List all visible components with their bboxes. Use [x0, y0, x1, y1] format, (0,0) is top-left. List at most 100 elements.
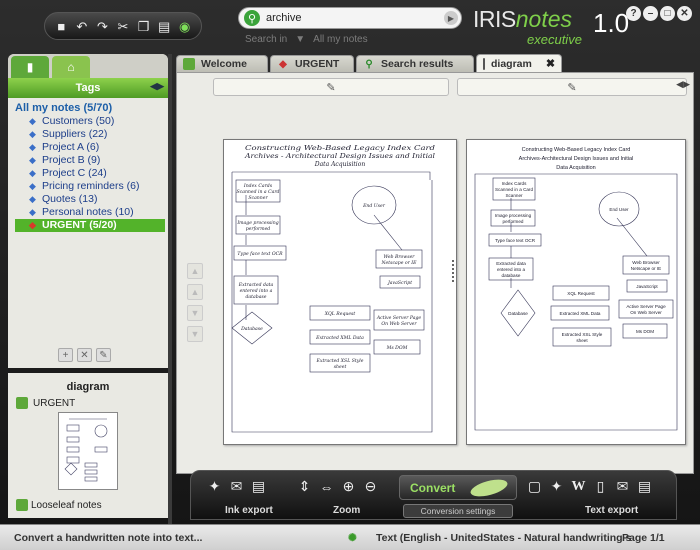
text-page-bar[interactable]: ✎: [457, 78, 687, 96]
diagram-label-extract: database: [245, 294, 266, 300]
status-hint: Convert a handwritten note into text...: [14, 531, 203, 544]
preview-source-label: Looseleaf notes: [31, 499, 102, 511]
preview-tag-label: URGENT: [33, 397, 76, 409]
tag-label: Suppliers (22): [42, 128, 108, 140]
tag-item[interactable]: ◆ Customers (50): [15, 115, 168, 128]
zoom-group: ⇕ ⇔ ⊕ ⊖: [295, 477, 380, 496]
pen-icon: ✎: [326, 81, 336, 94]
tag-item[interactable]: ◆ Suppliers (22): [15, 128, 168, 141]
tag-item[interactable]: ◆ Pricing reminders (6): [15, 180, 168, 193]
search-scope-value[interactable]: All my notes: [313, 34, 367, 45]
close-tab-icon[interactable]: ✖: [546, 57, 555, 70]
email-icon[interactable]: ✉: [227, 477, 246, 496]
language-icon: ✺: [348, 531, 357, 544]
converted-diagram: Constructing Web-Based Legacy Index Card…: [474, 147, 678, 431]
search-go-icon[interactable]: ▶: [444, 11, 458, 25]
page-thumbnail[interactable]: [58, 412, 118, 490]
status-language[interactable]: Text (English - UnitedStates - Natural h…: [376, 532, 631, 544]
search-icon[interactable]: ⚲: [244, 10, 260, 26]
preview-source: Looseleaf notes: [16, 499, 102, 511]
redo-icon[interactable]: ↷: [94, 18, 110, 34]
minimize-icon[interactable]: –: [643, 6, 658, 21]
zoom-out-icon[interactable]: ⊖: [361, 477, 380, 496]
chevron-down-icon[interactable]: ▼: [295, 34, 305, 45]
tag-item[interactable]: ◆ URGENT (5/20): [15, 219, 165, 232]
first-page-icon[interactable]: ▲: [187, 263, 203, 279]
tab-label: URGENT: [295, 58, 340, 70]
close-icon[interactable]: ✕: [677, 6, 692, 21]
record-icon[interactable]: ◉: [177, 18, 193, 34]
delete-tag-icon[interactable]: ✕: [77, 348, 92, 362]
panel-divider[interactable]: [168, 54, 172, 524]
tag-label: Customers (50): [42, 115, 115, 127]
ink-export-label: Ink export: [225, 505, 273, 516]
tree-root[interactable]: All my notes (5/70): [15, 102, 168, 115]
tab-diagram[interactable]: diagram ✖: [476, 54, 562, 72]
fit-width-icon[interactable]: ⇔: [317, 477, 336, 496]
paste-icon[interactable]: ▤: [156, 18, 172, 34]
tab-welcome[interactable]: Welcome: [176, 55, 268, 72]
tag-icon: ◆: [29, 181, 36, 191]
tags-tab-icon[interactable]: ⌂: [52, 56, 90, 78]
text-user-icon[interactable]: ✦: [547, 477, 566, 496]
email-icon[interactable]: ✉: [613, 477, 632, 496]
tag-tree: All my notes (5/70) ◆ Customers (50) ◆ Supp…: [8, 98, 168, 232]
text-export-label: Text export: [585, 505, 639, 516]
prev-page-icon[interactable]: ▲: [187, 284, 203, 300]
tab-search-results[interactable]: ⚲ Search results: [356, 55, 474, 72]
tag-label: Quotes (13): [42, 193, 98, 205]
edit-tag-icon[interactable]: ✎: [96, 348, 111, 362]
diagram-label-xsl: sheet: [334, 364, 347, 370]
search-input[interactable]: [266, 12, 436, 24]
help-icon[interactable]: ?: [626, 6, 641, 21]
maximize-icon[interactable]: □: [660, 6, 675, 21]
tag-item[interactable]: ◆ Project A (6): [15, 141, 168, 154]
tag-actions: + ✕ ✎: [58, 348, 111, 362]
ink-page-bar[interactable]: ✎: [213, 78, 449, 96]
diagram-label-ocr: Type face text OCR: [495, 238, 536, 243]
print-icon[interactable]: ▤: [249, 477, 268, 496]
notepad-icon[interactable]: ▯: [591, 477, 610, 496]
tag-item[interactable]: ◆ Personal notes (10): [15, 206, 168, 219]
frame-icon[interactable]: ▢: [525, 477, 544, 496]
tab-urgent[interactable]: ◆ URGENT: [270, 55, 354, 72]
tag-item[interactable]: ◆ Project B (9): [15, 154, 168, 167]
tag-item[interactable]: ◆ Quotes (13): [15, 193, 168, 206]
last-page-icon[interactable]: ▼: [187, 326, 203, 342]
pen-icon: ✎: [567, 81, 577, 94]
conversion-settings-button[interactable]: Conversion settings: [403, 504, 513, 518]
converted-page[interactable]: Constructing Web-Based Legacy Index Card…: [466, 139, 686, 445]
typed-title-2: Archives-Architectural Design Issues and…: [519, 156, 634, 162]
tags-header: Tags ◀▶: [8, 78, 168, 98]
copy-icon[interactable]: ❐: [136, 18, 152, 34]
zoom-in-icon[interactable]: ⊕: [339, 477, 358, 496]
cut-icon[interactable]: ✂: [115, 18, 131, 34]
convert-button[interactable]: Convert: [399, 475, 517, 500]
add-tag-icon[interactable]: +: [58, 348, 73, 362]
tags-title: Tags: [75, 82, 101, 94]
split-grip[interactable]: [452, 260, 454, 282]
diagram-label-asp: Active Server Page: [626, 304, 666, 309]
quick-toolbar: ■ ↶ ↷ ✂ ❐ ▤ ◉: [44, 12, 202, 40]
diagram-label-xsl: sheet: [576, 338, 588, 343]
collapse-arrows-icon[interactable]: ◀▶: [150, 81, 164, 92]
diagram-label-xql: XQL Request: [324, 311, 356, 317]
handwritten-title-2: Archives - Architectural Design Issues a…: [244, 153, 435, 160]
tag-item[interactable]: ◆ Project C (24): [15, 167, 168, 180]
handwritten-page[interactable]: Constructing Web-Based Legacy Index Card…: [223, 139, 457, 445]
next-page-icon[interactable]: ▼: [187, 305, 203, 321]
notebooks-tab-icon[interactable]: ▮: [11, 56, 49, 78]
print-icon[interactable]: ▤: [635, 477, 654, 496]
diagram-label-index: Index Cards: [243, 183, 273, 189]
save-icon[interactable]: ■: [53, 18, 69, 34]
diagram-label-db: Database: [240, 326, 263, 332]
ink-user-icon[interactable]: ✦: [205, 477, 224, 496]
expand-arrows-icon[interactable]: ◀▶: [676, 79, 690, 90]
diagram-label-js: JavaScript: [636, 284, 658, 289]
diagram-label-js: JavaScript: [387, 280, 412, 286]
diagram-label-msdom: Ms DOM: [636, 329, 654, 334]
undo-icon[interactable]: ↶: [74, 18, 90, 34]
fit-page-icon[interactable]: ⇕: [295, 477, 314, 496]
word-icon[interactable]: W: [569, 477, 588, 496]
ink-export-group: ✦ ✉ ▤: [205, 477, 268, 496]
